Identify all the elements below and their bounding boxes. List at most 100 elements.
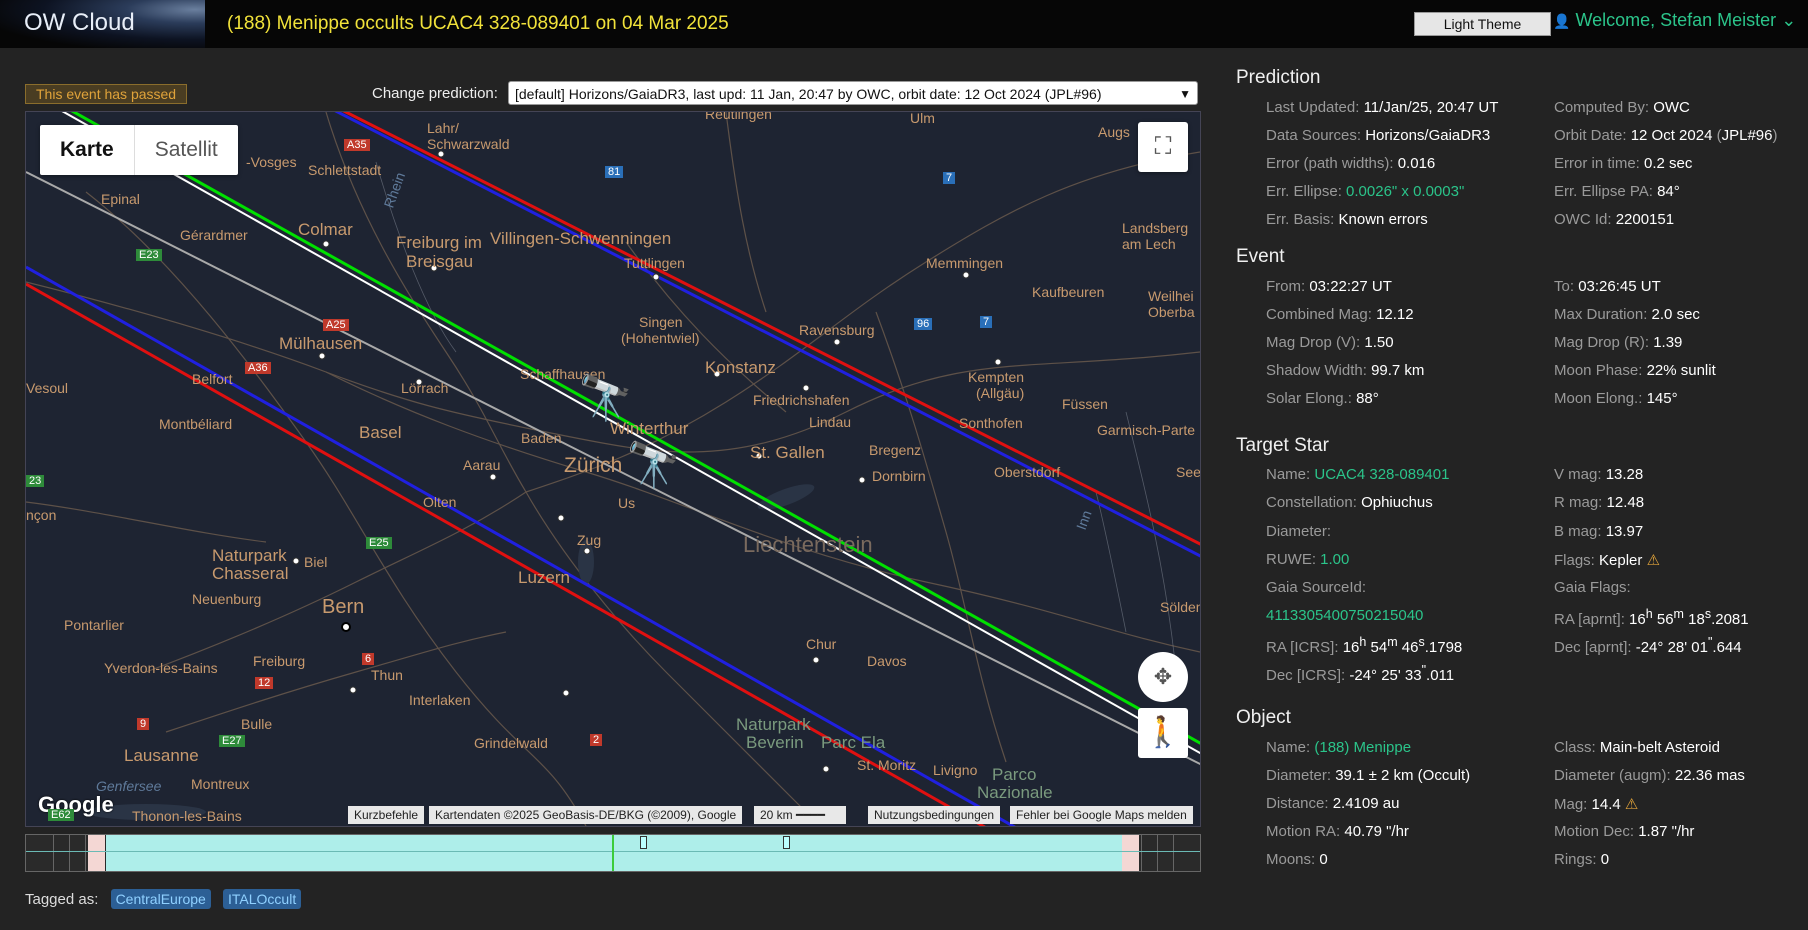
map-label: Mülhausen [279, 334, 363, 353]
map-type-map[interactable]: Karte [40, 125, 135, 175]
tags-row: Tagged as: CentralEurope ITALOccult [25, 889, 302, 909]
map-type-satellite[interactable]: Satellit [135, 125, 238, 175]
logo-text[interactable]: OW Cloud [24, 9, 135, 37]
map-label: Chasseral [212, 564, 289, 583]
map-label: Biel [304, 554, 328, 570]
map-label: Zug [577, 532, 602, 548]
map-label: Oberstdorf [994, 464, 1061, 480]
warning-icon[interactable]: ⚠ [1625, 796, 1638, 813]
prediction-heading: Prediction [1236, 67, 1321, 88]
gaia-source-link[interactable]: 4113305400750215040 [1266, 607, 1423, 624]
dec-aprnt-dm: -24° 28' 01 [1635, 639, 1708, 656]
map-label: Bregenz [869, 442, 922, 458]
timeline-observer-marker[interactable] [640, 836, 647, 849]
error-pw-label: Error (path widths): [1266, 155, 1394, 172]
object-name-link[interactable]: (188) Menippe [1314, 739, 1411, 756]
map-label: Naturpark [212, 546, 287, 565]
map-label: am Lech [1122, 236, 1176, 252]
timeline-tick [69, 835, 70, 871]
timeline-tick [1141, 835, 1142, 871]
map-label: Belfort [192, 371, 233, 387]
road-shield: E23 [136, 249, 162, 261]
timeline-observer-marker[interactable] [783, 836, 790, 849]
page-title: (188) Menippe occults UCAC4 328-089401 o… [227, 13, 729, 34]
map-label: Neuenburg [192, 591, 262, 607]
map-label: Oberba [1148, 304, 1195, 320]
ruwe-value[interactable]: 1.00 [1320, 551, 1349, 568]
map-label: Singen [639, 314, 683, 330]
map-label: Breisgau [406, 252, 474, 271]
map-scale-text[interactable]: 20 km [760, 808, 793, 822]
map-scale[interactable]: 20 km ━━━━ [754, 806, 846, 824]
err-ellipse-value[interactable]: 0.0026" x 0.0003" [1346, 183, 1464, 200]
rmag-label: R mag: [1554, 494, 1603, 511]
computed-by-label: Computed By: [1554, 99, 1650, 116]
orbit-paren-close: ) [1772, 127, 1778, 144]
prediction-select-value[interactable]: [default] Horizons/GaiaDR3, last upd: 11… [515, 86, 1102, 102]
fullscreen-icon[interactable]: ⛶ [1138, 122, 1188, 172]
object-mag-value: 14.4 [1591, 796, 1621, 813]
map-label: Davos [867, 653, 907, 669]
rings-label: Rings: [1554, 851, 1597, 868]
tag-italoccult[interactable]: ITALOccult [223, 889, 302, 909]
light-theme-button[interactable]: Light Theme [1414, 12, 1551, 36]
magdrop-r-value: 1.39 [1653, 334, 1683, 351]
timeline-tick [53, 835, 54, 871]
user-menu[interactable]: 👤 Welcome, Stefan Meister ⌄ [1553, 10, 1796, 31]
orbit-date-label: Orbit Date: [1554, 127, 1627, 144]
telescope-icon[interactable]: 🔭 [578, 372, 633, 424]
road-shield: A25 [323, 319, 349, 331]
event-timeline[interactable] [25, 834, 1201, 872]
map-label: (Hohentwiel) [621, 330, 700, 346]
welcome-text[interactable]: Welcome, Stefan Meister [1575, 10, 1776, 30]
solar-elong-label: Solar Elong.: [1266, 390, 1352, 407]
map-label: Tuttlingen [624, 255, 685, 271]
map-label: Ravensburg [799, 322, 875, 338]
map-label: Dornbirn [872, 468, 926, 484]
map-label: Ulm [910, 111, 935, 126]
to-label: To: [1554, 278, 1575, 295]
logo[interactable]: OW Cloud [0, 0, 205, 48]
map-label: Luzern [518, 568, 570, 587]
ra-icrs-label: RA [ICRS]: [1266, 639, 1339, 656]
flags-label: Flags: [1554, 552, 1595, 569]
warning-icon[interactable]: ⚠ [1647, 552, 1660, 569]
map-label: Freiburg im [396, 233, 482, 252]
map-type-control[interactable]: Karte Satellit [40, 125, 238, 175]
map-label: Schwarzwald [427, 136, 510, 152]
chevron-down-icon[interactable]: ⌄ [1781, 10, 1796, 30]
map-report-link[interactable]: Fehler bei Google Maps melden [1010, 806, 1193, 824]
class-value: Main-belt Asteroid [1599, 739, 1720, 756]
map-data-attribution: Kartendaten ©2025 GeoBasis-DE/BKG (©2009… [429, 806, 743, 824]
tag-centraleurope[interactable]: CentralEurope [110, 889, 211, 909]
pan-control-icon[interactable]: ✥ [1138, 652, 1188, 702]
class-label: Class: [1554, 739, 1596, 756]
map-label: Thonon-les-Bains [132, 808, 242, 824]
map-label: Genfersee [96, 778, 162, 794]
diameter-augm-value: 22.36 mas [1674, 767, 1745, 784]
road-shield: 7 [943, 172, 956, 184]
map-label: Gérardmer [180, 227, 248, 243]
map-view[interactable]: Karte Satellit ⛶ ✥ 🚶 Google Kurzbefehle … [25, 111, 1201, 827]
object-diameter-label: Diameter: [1266, 767, 1332, 784]
map-label: Freiburg [253, 653, 306, 669]
map-terms-link[interactable]: Nutzungsbedingungen [868, 806, 1001, 824]
star-name-link[interactable]: UCAC4 328-089401 [1314, 466, 1449, 483]
map-label: Bulle [241, 716, 273, 732]
ra-icrs-s: 46 [1401, 639, 1419, 656]
orbit-jpl-link[interactable]: JPL#96 [1722, 127, 1773, 144]
map-shortcuts-link[interactable]: Kurzbefehle [348, 806, 425, 824]
timeline-edge [88, 835, 105, 871]
moons-value: 0 [1319, 851, 1328, 868]
road-shield: 96 [914, 318, 933, 330]
timeline-event-range [106, 835, 1131, 871]
telescope-icon[interactable]: 🔭 [626, 439, 681, 491]
map-label: Montbéliard [159, 416, 233, 432]
map-label: Nazionale [977, 783, 1053, 802]
prediction-select[interactable]: [default] Horizons/GaiaDR3, last upd: 11… [508, 81, 1198, 105]
pegman-icon[interactable]: 🚶 [1138, 708, 1188, 758]
moon-elong-value: 145° [1646, 390, 1678, 407]
orbit-date-value: 12 Oct 2024 [1630, 127, 1713, 144]
map-label: Sölden [1160, 599, 1201, 615]
error-pw-value: 0.016 [1397, 155, 1436, 172]
